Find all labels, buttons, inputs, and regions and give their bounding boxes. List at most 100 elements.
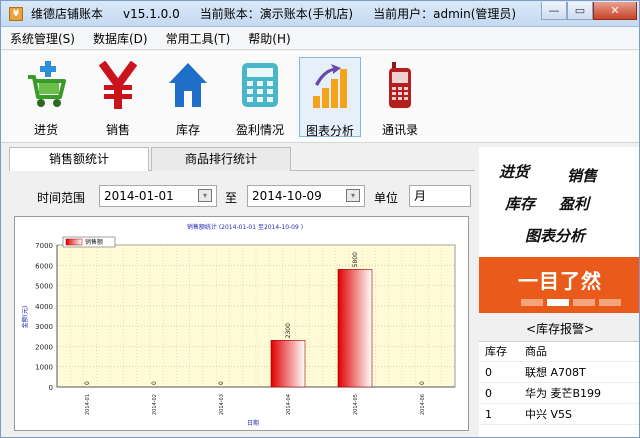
toolbar-inventory-button[interactable]: 库存 bbox=[157, 57, 219, 137]
app-yen-icon: ¥ bbox=[9, 6, 23, 21]
app-name: 维德店铺账本 bbox=[31, 7, 104, 21]
minimize-button[interactable]: — bbox=[541, 2, 567, 20]
chart-title: 销售额统计 (2014-01-01 至2014-10-09 ) bbox=[187, 223, 303, 231]
menu-bar: 系统管理(S) 数据库(D) 常用工具(T) 帮助(H) bbox=[1, 28, 639, 50]
close-button[interactable]: ✕ bbox=[593, 2, 637, 20]
carousel-dot[interactable] bbox=[599, 299, 621, 306]
promo-slogan: 一目了然 bbox=[518, 269, 602, 293]
table-row[interactable]: 0 华为 麦芒B199 bbox=[479, 384, 639, 404]
y-tick-label: 1000 bbox=[35, 364, 53, 372]
tab-product-ranking[interactable]: 商品排行统计 bbox=[151, 147, 291, 171]
to-label: 至 bbox=[225, 191, 238, 205]
y-axis-label: 金额(元) bbox=[21, 306, 29, 329]
promo-words-area: 进货 销售 库存 盈利 图表分析 bbox=[479, 147, 639, 257]
data-label: 0 bbox=[151, 381, 158, 385]
chart-bar bbox=[270, 340, 306, 388]
stock-alert-title: <库存报警> bbox=[525, 322, 595, 336]
promo-banner[interactable]: 进货 销售 库存 盈利 图表分析 一目了然 bbox=[479, 147, 639, 313]
toolbar-profit-label: 盈利情况 bbox=[235, 123, 284, 137]
data-label: 0 bbox=[84, 381, 91, 385]
unit-select[interactable]: 月 bbox=[409, 185, 471, 207]
title-bar: ¥ 维德店铺账本 v15.1.0.0 当前账本：演示账本(手机店) 当前用户：admi… bbox=[1, 1, 639, 27]
toolbar-profit-button[interactable]: 盈利情况 bbox=[229, 57, 291, 137]
y-tick-label: 5000 bbox=[35, 283, 53, 291]
unit-select-value: 月 bbox=[414, 189, 427, 203]
unit-label: 单位 bbox=[374, 191, 399, 205]
window-controls: — ▭ ✕ bbox=[541, 2, 637, 20]
calendar-dropdown-icon[interactable]: ▾ bbox=[346, 189, 360, 202]
stock-qty: 0 bbox=[485, 387, 492, 400]
toolbar: 进货 销售 库存 盈利情况 图表分析 通讯录 bbox=[1, 51, 639, 143]
stock-qty: 1 bbox=[485, 408, 492, 421]
toolbar-inventory-label: 库存 bbox=[175, 123, 200, 137]
bar-chart-icon bbox=[313, 64, 347, 108]
x-tick-label: 2014-03 bbox=[219, 394, 225, 415]
x-tick-label: 2014-05 bbox=[353, 394, 359, 415]
promo-word-purchase: 进货 bbox=[499, 163, 530, 181]
cart-add-icon bbox=[28, 61, 66, 107]
current-user: 当前用户：admin(管理员) bbox=[373, 7, 517, 21]
stock-header-qty: 库存 bbox=[485, 345, 507, 358]
y-tick-label: 6000 bbox=[35, 262, 53, 270]
data-label: 2300 bbox=[285, 323, 292, 338]
legend-swatch bbox=[65, 238, 83, 246]
start-date-picker[interactable]: 2014-01-01 ▾ bbox=[99, 185, 217, 207]
house-icon bbox=[169, 63, 207, 107]
promo-word-chart: 图表分析 bbox=[525, 227, 586, 245]
yen-icon bbox=[98, 61, 138, 109]
toolbar-sales-button[interactable]: 销售 bbox=[87, 57, 149, 137]
tab-sales-stats[interactable]: 销售额统计 bbox=[9, 147, 149, 171]
toolbar-purchase-button[interactable]: 进货 bbox=[15, 57, 77, 137]
x-tick-label: 2014-02 bbox=[152, 394, 158, 415]
toolbar-chart-button[interactable]: 图表分析 bbox=[299, 57, 361, 138]
stock-alert-table: 库存 商品 0 联想 A708T 0 华为 麦芒B199 1 中兴 V5S bbox=[479, 341, 639, 437]
y-tick-label: 2000 bbox=[35, 343, 53, 351]
end-date-picker[interactable]: 2014-10-09 ▾ bbox=[247, 185, 365, 207]
toolbar-chart-label: 图表分析 bbox=[305, 124, 354, 138]
stock-header-product: 商品 bbox=[525, 345, 547, 358]
toolbar-contacts-button[interactable]: 通讯录 bbox=[369, 57, 431, 137]
data-label: 0 bbox=[419, 381, 426, 385]
mobile-phone-icon bbox=[389, 62, 411, 108]
start-date-value: 2014-01-01 bbox=[104, 189, 174, 203]
stock-qty: 0 bbox=[485, 366, 492, 379]
promo-slogan-band: 一目了然 bbox=[479, 257, 639, 313]
x-axis-label: 日期 bbox=[247, 419, 259, 427]
time-range-label: 时间范围 bbox=[37, 191, 86, 205]
toolbar-contacts-label: 通讯录 bbox=[381, 123, 418, 137]
end-date-value: 2014-10-09 bbox=[252, 189, 322, 203]
filter-row: 时间范围 2014-01-01 ▾ 至 2014-10-09 ▾ 单位 月 bbox=[1, 181, 476, 211]
main-window: ¥ 维德店铺账本 v15.1.0.0 当前账本：演示账本(手机店) 当前用户：admi… bbox=[0, 0, 640, 438]
calendar-dropdown-icon[interactable]: ▾ bbox=[198, 189, 212, 202]
table-row[interactable]: 1 中兴 V5S bbox=[479, 405, 639, 425]
stock-product: 华为 麦芒B199 bbox=[525, 387, 602, 400]
chart-bar bbox=[337, 269, 373, 388]
calculator-icon bbox=[242, 63, 278, 107]
carousel-dot[interactable] bbox=[521, 299, 543, 306]
data-label: 5800 bbox=[352, 252, 359, 267]
menu-tools[interactable]: 常用工具(T) bbox=[157, 30, 240, 47]
toolbar-sales-label: 销售 bbox=[105, 123, 130, 137]
x-tick-label: 2014-04 bbox=[286, 394, 292, 415]
window-title: 维德店铺账本 v15.1.0.0 当前账本：演示账本(手机店) 当前用户：admin(… bbox=[31, 5, 536, 22]
x-tick-label: 2014-06 bbox=[420, 394, 426, 415]
menu-database[interactable]: 数据库(D) bbox=[84, 30, 157, 47]
maximize-button[interactable]: ▭ bbox=[567, 2, 593, 20]
menu-help[interactable]: 帮助(H) bbox=[239, 30, 299, 47]
promo-word-inventory: 库存 bbox=[505, 195, 536, 213]
current-account: 当前账本：演示账本(手机店) bbox=[199, 7, 354, 21]
sales-bar-chart: 销售额统计 (2014-01-01 至2014-10-09 ) 0 1000 2000… bbox=[21, 223, 456, 427]
menu-system[interactable]: 系统管理(S) bbox=[1, 30, 84, 47]
y-tick-label: 3000 bbox=[35, 323, 53, 331]
carousel-dot-active[interactable] bbox=[547, 299, 569, 306]
toolbar-purchase-label: 进货 bbox=[33, 123, 58, 137]
table-row[interactable]: 0 联想 A708T bbox=[479, 363, 639, 383]
stats-tabs: 销售额统计 商品排行统计 bbox=[9, 147, 475, 171]
y-tick-label: 7000 bbox=[35, 242, 53, 250]
carousel-dots bbox=[521, 299, 625, 306]
y-tick-label: 0 bbox=[49, 384, 53, 392]
sales-chart-panel: 销售额统计 (2014-01-01 至2014-10-09 ) 0 1000 2000… bbox=[14, 216, 469, 431]
legend-label: 销售额 bbox=[85, 238, 103, 246]
carousel-dot[interactable] bbox=[573, 299, 595, 306]
promo-word-profit: 盈利 bbox=[559, 195, 590, 213]
